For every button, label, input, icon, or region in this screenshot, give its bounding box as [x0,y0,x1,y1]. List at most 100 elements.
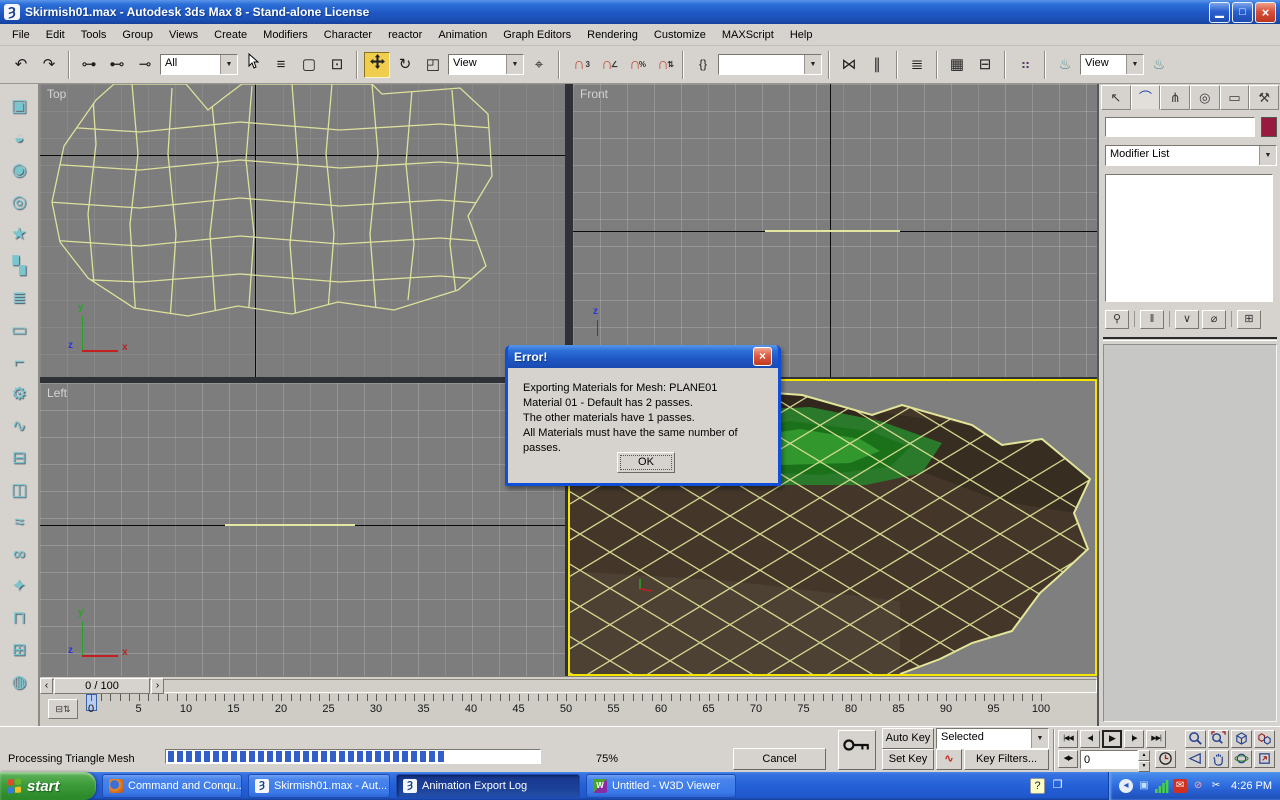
current-frame-field[interactable] [1080,750,1138,769]
key-selection-dropdown[interactable]: Selected ▼ [936,728,1049,749]
schematic-view-button[interactable]: ⊟ [972,52,998,78]
toy-car-icon[interactable]: ⊟ [5,444,33,472]
select-and-scale-button[interactable]: ◰ [420,52,446,78]
object-color-swatch[interactable] [1261,117,1277,137]
zoom-extents-button[interactable] [1231,730,1252,748]
time-slider-prev-button[interactable]: ‹ [40,678,53,694]
hinge-icon[interactable]: ⊓ [5,604,33,632]
reference-coordinate-dropdown[interactable]: View ▼ [448,54,524,75]
select-by-name-button[interactable]: ≡ [268,52,294,78]
menu-rendering[interactable]: Rendering [579,26,646,44]
redo-button[interactable]: ↷ [36,52,62,78]
clip-tool-icon[interactable]: ✂ [1209,779,1223,793]
remove-modifier-button[interactable]: ⌀ [1202,310,1226,329]
modifier-stack-list[interactable] [1105,174,1273,302]
play-button[interactable]: ▶ [1102,730,1122,748]
window-crossing-toggle[interactable]: ⊡ [324,52,350,78]
menu-maxscript[interactable]: MAXScript [714,26,782,44]
object-name-field[interactable] [1105,117,1255,137]
chevron-down-icon[interactable]: ▼ [1031,729,1048,748]
rectangular-selection-region-button[interactable]: ▢ [296,52,322,78]
motor-icon[interactable]: ⚙ [5,380,33,408]
angle-snap-button[interactable]: ∩∠ [594,52,620,78]
next-frame-button[interactable]: |▶ [1124,730,1144,748]
bind-to-space-warp-button[interactable]: ⊸ [132,52,158,78]
rope-collection-icon[interactable]: ◎ [5,188,33,216]
viewport-top[interactable]: Top [40,84,565,377]
mirror-button[interactable]: ⋈ [836,52,862,78]
auto-key-button[interactable]: Auto Key [882,728,934,749]
tab-display[interactable]: ▭ [1220,85,1250,110]
tab-modify[interactable]: ⌒ [1131,85,1161,110]
chevron-down-icon[interactable]: ▼ [1259,146,1276,165]
tab-hierarchy[interactable]: ⋔ [1160,85,1190,110]
taskbar-item-animation-export-log[interactable]: Ȝ Animation Export Log [396,774,580,798]
render-type-dropdown[interactable]: View ▼ [1080,54,1144,75]
pan-button[interactable] [1208,750,1229,768]
material-editor-button[interactable]: ⠶ [1012,52,1038,78]
wind-icon[interactable]: ∿ [5,412,33,440]
spinner-snap-button[interactable]: ∩⇅ [650,52,676,78]
named-selection-dropdown[interactable]: ▼ [718,54,822,75]
chevron-down-icon[interactable]: ▼ [804,55,821,74]
menu-animation[interactable]: Animation [430,26,495,44]
select-object-button[interactable] [240,52,266,78]
hidden-window-icon[interactable]: ❐ [1050,778,1065,794]
unlink-selection-button[interactable]: ⊷ [104,52,130,78]
quick-render-button[interactable]: ♨ [1146,52,1172,78]
snap-toggle-3d-button[interactable]: ∩3 [566,52,592,78]
align-button[interactable]: ∥ [864,52,890,78]
track-bar[interactable]: ⊟⇅ 0510152025303540455055606570758085909… [40,694,1097,726]
goto-end-button[interactable]: ▶▶| [1146,730,1166,748]
menu-edit[interactable]: Edit [38,26,73,44]
modifier-list-dropdown[interactable]: Modifier List ▼ [1105,145,1277,166]
blocked-icon[interactable]: ⊘ [1191,779,1205,793]
angular-dashpot-icon[interactable]: ⌐ [5,348,33,376]
taskbar-item-command-and-conquer[interactable]: Command and Conqu... [102,774,242,798]
network-icon[interactable]: ▣ [1137,779,1151,793]
taskbar-item-3dsmax[interactable]: Ȝ Skirmish01.max - Aut... [248,774,390,798]
undo-button[interactable]: ↶ [8,52,34,78]
ragdoll-icon[interactable]: ✦ [5,572,33,600]
soft-body-collection-icon[interactable]: ◉ [5,156,33,184]
show-end-result-button[interactable]: ‖ [1140,310,1164,329]
zoom-extents-all-button[interactable] [1254,730,1275,748]
select-and-manipulate-button[interactable]: ⌖ [526,52,552,78]
taskbar-item-w3d-viewer[interactable]: W Untitled - W3D Viewer [586,774,736,798]
previous-frame-button[interactable]: ◀| [1080,730,1100,748]
time-slider-next-button[interactable]: › [151,678,164,694]
zoom-button[interactable] [1185,730,1206,748]
minimize-button[interactable]: ▁ [1209,2,1230,23]
layer-manager-button[interactable]: ≣ [904,52,930,78]
close-button[interactable]: × [1255,2,1276,23]
tab-utilities[interactable]: ⚒ [1249,85,1279,110]
select-and-move-button[interactable] [364,52,390,78]
set-key-button[interactable]: Set Key [882,749,934,770]
error-dialog-ok-button[interactable]: OK [617,452,675,473]
menu-tools[interactable]: Tools [73,26,115,44]
time-configuration-button[interactable] [1155,750,1176,768]
default-tangent-button[interactable]: ∿ [936,749,962,770]
fracture-icon[interactable]: ◫ [5,476,33,504]
preview-animation-icon[interactable]: ◍ [5,668,33,696]
frame-spinner[interactable]: ▲ ▼ [1138,750,1150,769]
min-max-toggle-button[interactable] [1254,750,1275,768]
curve-editor-button[interactable]: ▦ [944,52,970,78]
help-tray-icon[interactable]: ? [1030,778,1045,794]
maximize-button[interactable]: □ [1232,2,1253,23]
select-and-link-button[interactable]: ⊶ [76,52,102,78]
configure-modifier-sets-button[interactable]: ⊞ [1237,310,1261,329]
constraint-solver-icon[interactable]: ∞ [5,540,33,568]
mail-notifier-icon[interactable]: ✉ [1173,779,1187,793]
plane-icon[interactable]: ▚ [5,252,33,280]
chevron-down-icon[interactable]: ▼ [220,55,237,74]
menu-views[interactable]: Views [161,26,206,44]
set-keys-button[interactable] [838,730,876,770]
make-unique-button[interactable]: ∨ [1175,310,1199,329]
linear-dashpot-icon[interactable]: ▭ [5,316,33,344]
goto-start-button[interactable]: |◀◀ [1058,730,1078,748]
tab-create[interactable]: ↖ [1101,85,1131,110]
menu-graph-editors[interactable]: Graph Editors [495,26,579,44]
selection-filter-dropdown[interactable]: All ▼ [160,54,238,75]
key-filters-button[interactable]: Key Filters... [964,749,1049,770]
